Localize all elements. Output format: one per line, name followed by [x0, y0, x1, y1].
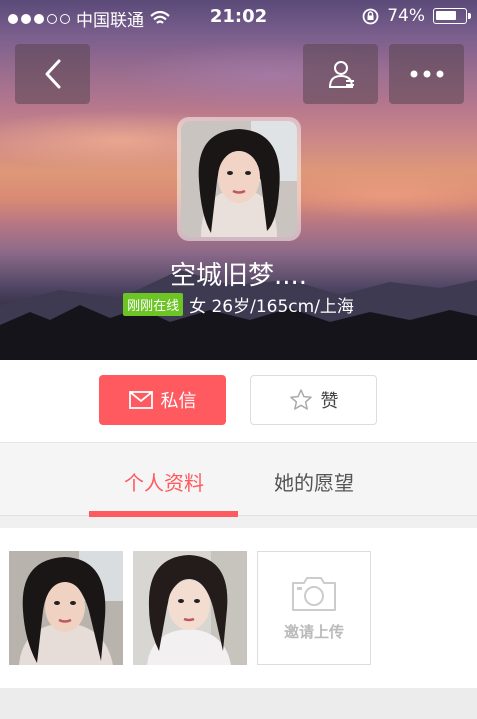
avatar-image [181, 121, 297, 237]
profile-details: 女 26岁/165cm/上海 [189, 297, 354, 317]
section-divider [0, 688, 477, 719]
tab-profile[interactable]: 个人资料 [90, 467, 238, 496]
user-profile-icon [328, 61, 354, 88]
active-tab-indicator [89, 511, 238, 517]
more-dots-icon [410, 70, 443, 78]
like-button[interactable]: 赞 [250, 375, 377, 425]
battery-label: 74% [387, 6, 425, 26]
tab-wishes[interactable]: 她的愿望 [240, 467, 388, 496]
message-button[interactable]: 私信 [99, 375, 226, 425]
photo-gallery: 邀请上传 [0, 528, 477, 688]
back-button[interactable] [15, 44, 90, 104]
star-icon [289, 389, 312, 410]
photo-thumbnail[interactable] [9, 551, 123, 665]
message-button-label: 私信 [160, 391, 197, 412]
profile-name: 空城旧梦.... [169, 261, 308, 291]
profile-tabs: 个人资料 她的愿望 [0, 442, 477, 517]
avatar[interactable] [177, 117, 301, 241]
like-button-label: 赞 [320, 391, 339, 412]
invite-upload-label: 邀请上传 [283, 622, 344, 641]
profile-header: 中国联通 21:02 74% 空城旧梦.... 刚刚在线 女 26岁/165cm… [0, 0, 477, 360]
profile-meta: 刚刚在线 女 26岁/165cm/上海 [0, 292, 477, 317]
battery-icon [433, 8, 471, 24]
status-bar: 中国联通 21:02 74% [0, 0, 477, 34]
more-button[interactable] [389, 44, 464, 104]
chevron-left-icon [45, 59, 60, 89]
rotation-lock-icon [362, 8, 379, 24]
photo-thumbnail[interactable] [133, 551, 247, 665]
profile-card-button[interactable] [303, 44, 378, 104]
camera-icon [292, 576, 336, 611]
action-bar: 私信 赞 [0, 360, 477, 442]
online-status-badge: 刚刚在线 [123, 293, 184, 316]
invite-upload-button[interactable]: 邀请上传 [257, 551, 371, 665]
envelope-icon [128, 391, 153, 409]
